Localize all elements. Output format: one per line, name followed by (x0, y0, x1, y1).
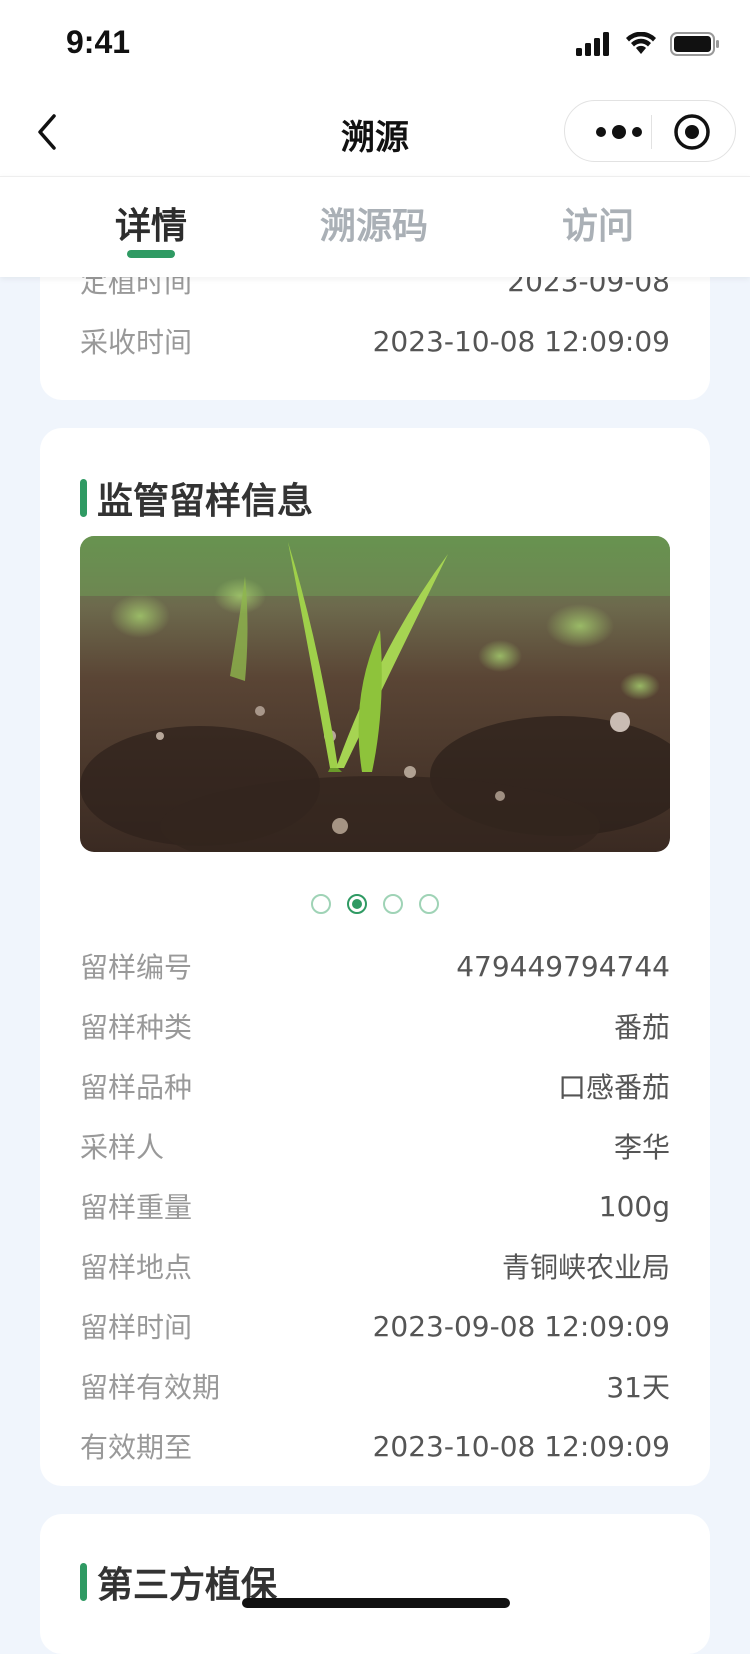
home-indicator (242, 1598, 510, 1608)
carousel-dot[interactable] (419, 894, 439, 914)
status-time: 9:41 (66, 24, 131, 60)
more-icon[interactable] (589, 119, 649, 145)
sample-info-card: 监管留样信息 留样编号 479449794744 留样种类 番茄 留样品种 口感… (40, 428, 710, 1486)
row-label: 有效期至 (80, 1431, 193, 1464)
plant-protection-card: 第三方植保 (40, 1514, 710, 1654)
row-value: 口感番茄 (557, 1071, 670, 1104)
row-label: 留样编号 (80, 951, 193, 984)
row-value: 2023-09-08 12:09:09 (372, 1309, 670, 1343)
row-label: 留样地点 (80, 1251, 193, 1284)
carousel-dot[interactable] (311, 894, 331, 914)
info-row: 留样重量 100g (80, 1186, 670, 1226)
row-label: 采收时间 (80, 326, 193, 359)
row-label: 采样人 (80, 1131, 165, 1164)
info-row: 留样有效期 31天 (80, 1366, 670, 1406)
row-label: 留样品种 (80, 1071, 193, 1104)
info-row: 采收时间 2023-10-08 12:09:09 (80, 321, 670, 361)
tab-active-indicator (127, 250, 175, 258)
carousel-dot-active[interactable] (347, 894, 367, 914)
mini-program-capsule (564, 100, 736, 162)
seedling-photo (80, 536, 670, 852)
tab-visits[interactable]: 访问 (508, 197, 688, 249)
tab-details[interactable]: 详情 (61, 197, 241, 249)
row-value: 2023-10-08 12:09:09 (372, 324, 670, 358)
section-title-text: 监管留样信息 (97, 481, 314, 522)
info-row: 留样编号 479449794744 (80, 946, 670, 986)
row-label: 留样时间 (80, 1311, 193, 1344)
info-row: 留样品种 口感番茄 (80, 1066, 670, 1106)
carousel-indicator (40, 894, 710, 920)
row-label: 留样种类 (80, 1011, 193, 1044)
row-value: 李华 (613, 1131, 670, 1164)
section-accent-bar (80, 1563, 87, 1601)
info-row: 留样地点 青铜峡农业局 (80, 1246, 670, 1286)
signal-icon (576, 32, 609, 56)
row-value: 100g (598, 1189, 670, 1223)
row-value: 番茄 (613, 1011, 670, 1044)
row-value: 2023-10-08 12:09:09 (372, 1429, 670, 1463)
close-target-icon[interactable] (673, 113, 711, 151)
info-row: 采样人 李华 (80, 1126, 670, 1166)
section-title: 监管留样信息 (80, 472, 313, 524)
row-value: 31天 (606, 1371, 670, 1404)
row-label: 留样有效期 (80, 1371, 221, 1404)
battery-icon (670, 32, 719, 56)
info-row: 有效期至 2023-10-08 12:09:09 (80, 1426, 670, 1466)
row-value: 479449794744 (456, 949, 670, 983)
row-label: 留样重量 (80, 1191, 193, 1224)
tab-trace-code[interactable]: 溯源码 (284, 197, 464, 249)
info-row: 留样时间 2023-09-08 12:09:09 (80, 1306, 670, 1346)
section-accent-bar (80, 479, 87, 517)
wifi-icon (626, 32, 656, 54)
capsule-divider (651, 115, 652, 149)
tab-bar: 详情 溯源码 访问 (0, 176, 750, 277)
info-row: 留样种类 番茄 (80, 1006, 670, 1046)
row-value: 青铜峡农业局 (501, 1251, 670, 1284)
status-icons (576, 32, 720, 56)
status-bar: 9:41 (0, 0, 750, 90)
navigation-bar: 溯源 (0, 90, 750, 176)
sample-photo-carousel[interactable] (80, 536, 670, 852)
carousel-dot[interactable] (383, 894, 403, 914)
